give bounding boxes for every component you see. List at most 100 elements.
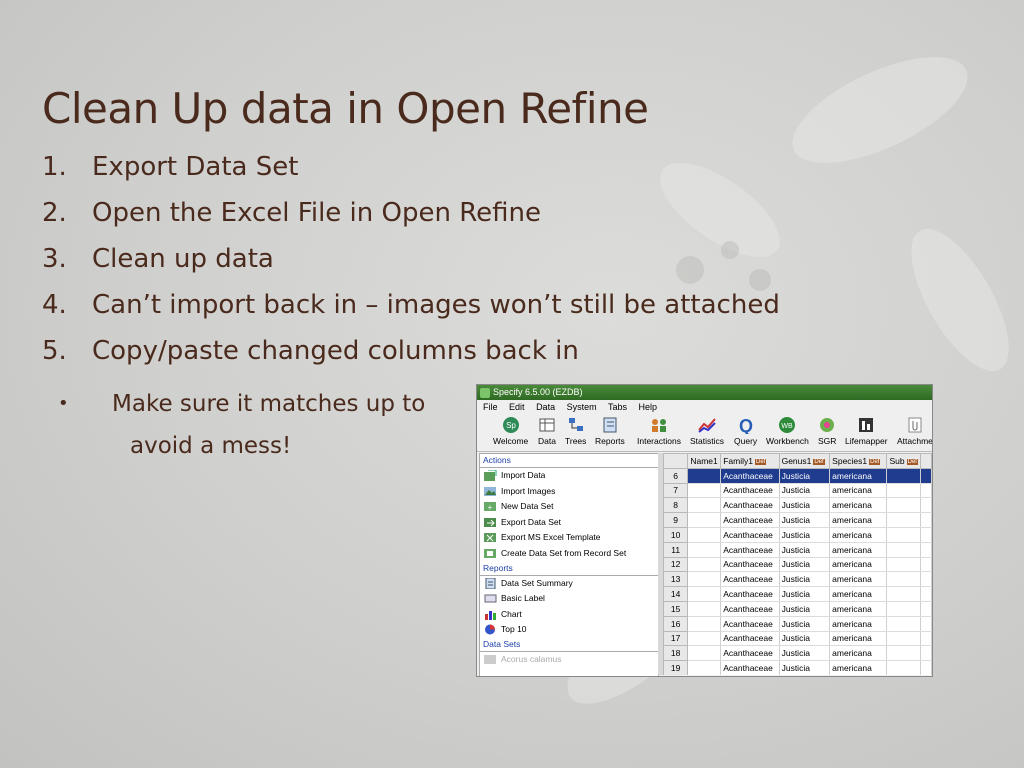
name-cell[interactable] bbox=[687, 512, 722, 528]
genus-cell[interactable]: Justicia bbox=[779, 631, 831, 647]
toolbar-query-button[interactable]: Q Query bbox=[734, 416, 757, 446]
genus-cell[interactable]: Justicia bbox=[779, 660, 831, 675]
family-cell[interactable]: Acanthaceae bbox=[720, 483, 780, 499]
species-cell[interactable]: americana bbox=[829, 571, 888, 588]
extra-cell[interactable] bbox=[920, 586, 932, 602]
family-cell[interactable]: Acanthaceae bbox=[720, 616, 780, 632]
genus-cell[interactable]: Justicia bbox=[779, 571, 831, 588]
genus-cell[interactable]: Justicia bbox=[779, 512, 831, 528]
toolbar-interactions-button[interactable]: Interactions bbox=[637, 416, 681, 446]
name-cell[interactable] bbox=[687, 542, 722, 558]
table-row[interactable]: 16 Acanthaceae Justicia americana bbox=[663, 615, 932, 632]
extra-cell[interactable] bbox=[920, 631, 932, 647]
name-cell[interactable] bbox=[687, 571, 722, 588]
toolbar-sgr-button[interactable]: SGR bbox=[818, 416, 836, 446]
action-export-excel-template[interactable]: Export MS Excel Template bbox=[480, 530, 658, 546]
subspecies-cell[interactable] bbox=[886, 601, 921, 617]
name-cell[interactable] bbox=[687, 631, 722, 647]
row-number-cell[interactable]: 12 bbox=[663, 556, 689, 573]
toolbar-data-button[interactable]: Data bbox=[538, 416, 556, 446]
species-cell[interactable]: americana bbox=[829, 527, 888, 543]
action-new-data-set[interactable]: + New Data Set bbox=[480, 499, 658, 515]
family-cell[interactable]: Acanthaceae bbox=[720, 497, 780, 514]
name-cell[interactable] bbox=[687, 557, 722, 573]
genus-cell[interactable]: Justicia bbox=[779, 645, 831, 662]
column-header[interactable]: Family1 Def bbox=[720, 453, 780, 469]
report-chart[interactable]: Chart bbox=[480, 607, 658, 623]
menu-tabs[interactable]: Tabs bbox=[608, 402, 627, 412]
toolbar-welcome-button[interactable]: Sp Welcome bbox=[493, 416, 528, 446]
row-number-cell[interactable]: 8 bbox=[663, 497, 689, 514]
table-row[interactable]: 7 Acanthaceae Justicia americana bbox=[663, 482, 932, 499]
table-row[interactable]: 9 Acanthaceae Justicia americana bbox=[663, 512, 932, 528]
family-cell[interactable]: Acanthaceae bbox=[720, 468, 780, 484]
row-number-cell[interactable]: 15 bbox=[663, 600, 689, 617]
subspecies-cell[interactable] bbox=[886, 512, 921, 528]
family-cell[interactable]: Acanthaceae bbox=[720, 527, 780, 543]
species-cell[interactable]: americana bbox=[829, 512, 888, 528]
species-cell[interactable]: americana bbox=[829, 660, 888, 675]
genus-cell[interactable]: Justicia bbox=[779, 542, 831, 558]
subspecies-cell[interactable] bbox=[886, 645, 921, 662]
family-cell[interactable]: Acanthaceae bbox=[720, 586, 780, 602]
family-cell[interactable]: Acanthaceae bbox=[720, 542, 780, 558]
subspecies-cell[interactable] bbox=[886, 660, 921, 675]
species-cell[interactable]: americana bbox=[829, 586, 888, 602]
genus-cell[interactable]: Justicia bbox=[779, 557, 831, 573]
subspecies-cell[interactable] bbox=[886, 557, 921, 573]
extra-cell[interactable] bbox=[920, 660, 932, 675]
report-top-10[interactable]: Top 10 bbox=[480, 622, 658, 638]
section-datasets-header[interactable]: Data Sets bbox=[480, 638, 658, 652]
column-header[interactable]: Species1 Def bbox=[829, 453, 888, 469]
column-header[interactable]: Name1 bbox=[687, 453, 722, 469]
table-row[interactable]: 6 Acanthaceae Justicia americana bbox=[663, 467, 932, 484]
family-cell[interactable]: Acanthaceae bbox=[720, 631, 780, 647]
table-row[interactable]: 19 Acanthaceae Justicia americana bbox=[663, 660, 932, 675]
subspecies-cell[interactable] bbox=[886, 616, 921, 632]
subspecies-cell[interactable] bbox=[886, 497, 921, 514]
extra-cell[interactable] bbox=[920, 468, 932, 484]
species-cell[interactable]: americana bbox=[829, 483, 888, 499]
name-cell[interactable] bbox=[687, 483, 722, 499]
name-cell[interactable] bbox=[687, 645, 722, 662]
species-cell[interactable]: americana bbox=[829, 601, 888, 617]
menu-help[interactable]: Help bbox=[638, 402, 657, 412]
genus-cell[interactable]: Justicia bbox=[779, 497, 831, 514]
extra-cell[interactable] bbox=[920, 483, 932, 499]
subspecies-cell[interactable] bbox=[886, 571, 921, 588]
table-row[interactable]: 12 Acanthaceae Justicia americana bbox=[663, 556, 932, 573]
row-number-cell[interactable]: 10 bbox=[663, 526, 689, 543]
section-actions-header[interactable]: Actions bbox=[480, 454, 658, 468]
action-create-from-record-set[interactable]: Create Data Set from Record Set bbox=[480, 546, 658, 562]
family-cell[interactable]: Acanthaceae bbox=[720, 557, 780, 573]
subspecies-cell[interactable] bbox=[886, 586, 921, 602]
toolbar-reports-button[interactable]: Reports bbox=[595, 416, 625, 446]
column-header[interactable]: Sub Def bbox=[886, 453, 921, 469]
extra-cell[interactable] bbox=[920, 645, 932, 662]
action-import-data[interactable]: Import Data bbox=[480, 468, 658, 484]
species-cell[interactable]: americana bbox=[829, 557, 888, 573]
genus-cell[interactable]: Justicia bbox=[779, 468, 831, 484]
name-cell[interactable] bbox=[687, 660, 722, 675]
toolbar-workbench-button[interactable]: WB Workbench bbox=[766, 416, 809, 446]
family-cell[interactable]: Acanthaceae bbox=[720, 660, 780, 675]
report-data-set-summary[interactable]: Data Set Summary bbox=[480, 576, 658, 592]
row-number-cell[interactable]: 19 bbox=[663, 660, 689, 675]
row-number-cell[interactable]: 6 bbox=[663, 467, 689, 484]
toolbar-lifemapper-button[interactable]: Lifemapper bbox=[845, 416, 888, 446]
table-row[interactable]: 17 Acanthaceae Justicia americana bbox=[663, 630, 932, 647]
toolbar-statistics-button[interactable]: Statistics bbox=[690, 416, 724, 446]
window-titlebar[interactable]: Specify 6.5.00 (EZDB) bbox=[477, 385, 932, 400]
table-row[interactable]: 18 Acanthaceae Justicia americana bbox=[663, 645, 932, 662]
subspecies-cell[interactable] bbox=[886, 631, 921, 647]
row-number-cell[interactable]: 11 bbox=[663, 541, 689, 558]
species-cell[interactable]: americana bbox=[829, 468, 888, 484]
name-cell[interactable] bbox=[687, 527, 722, 543]
row-number-cell[interactable]: 14 bbox=[663, 586, 689, 602]
extra-cell[interactable] bbox=[920, 616, 932, 632]
table-row[interactable]: 10 Acanthaceae Justicia americana bbox=[663, 526, 932, 543]
menu-system[interactable]: System bbox=[567, 402, 597, 412]
species-cell[interactable]: americana bbox=[829, 645, 888, 662]
name-cell[interactable] bbox=[687, 468, 722, 484]
genus-cell[interactable]: Justicia bbox=[779, 527, 831, 543]
